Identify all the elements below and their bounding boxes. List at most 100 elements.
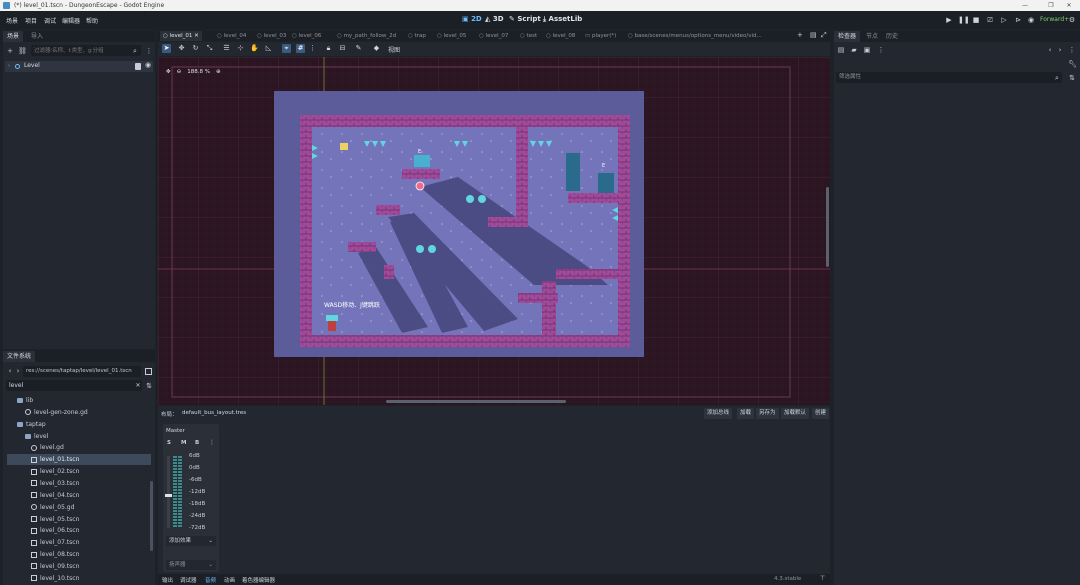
scene-tab[interactable]: ○ level_08 bbox=[543, 31, 578, 41]
root-node-row[interactable]: › Level ◉ bbox=[5, 61, 153, 72]
move-tool-icon[interactable]: ✥ bbox=[177, 44, 186, 53]
mode-2d-button[interactable]: ▣ 2D bbox=[462, 15, 482, 23]
scene-tab[interactable]: ○ level_07 bbox=[476, 31, 511, 41]
load-default-button[interactable]: 加载默认 bbox=[781, 408, 810, 419]
sort-icon[interactable]: ⇅ bbox=[1068, 74, 1076, 82]
tab-import[interactable]: 导入 bbox=[27, 31, 47, 42]
file-item[interactable]: level_05.gd bbox=[7, 502, 151, 513]
file-item[interactable]: level_05.tscn bbox=[7, 514, 151, 525]
ruler-tool-icon[interactable]: ◺ bbox=[264, 44, 273, 53]
mute-button[interactable]: M bbox=[181, 440, 186, 446]
create-button[interactable]: 创建 bbox=[812, 408, 830, 419]
inspector-tools-icon[interactable]: 🔧︎ bbox=[1068, 60, 1077, 68]
tab-audio[interactable]: 音频 bbox=[205, 576, 216, 584]
scene-tab[interactable]: ○ my_path_follow_2d bbox=[334, 31, 399, 41]
split-view-icon[interactable] bbox=[145, 368, 152, 375]
clear-search-icon[interactable]: ✕ bbox=[134, 382, 142, 390]
menu-project[interactable]: 项目 bbox=[25, 16, 37, 25]
scene-tab[interactable]: ○ base/scenes/menus/options_menu/video/v… bbox=[625, 31, 765, 41]
sort-icon[interactable]: ⇅ bbox=[145, 382, 153, 390]
pin-panel-icon[interactable]: ⊤ bbox=[820, 575, 825, 582]
scene-tab[interactable]: ○ level_01 ✕ bbox=[160, 31, 202, 41]
resource-menu-icon[interactable]: ⋮ bbox=[877, 46, 885, 54]
menu-help[interactable]: 帮助 bbox=[86, 16, 98, 25]
menu-debug[interactable]: 调试 bbox=[44, 16, 56, 25]
file-item[interactable]: level.gd bbox=[7, 442, 151, 453]
new-resource-icon[interactable]: ▤ bbox=[837, 46, 845, 54]
scene-tab[interactable]: ○ level_04 bbox=[214, 31, 249, 41]
menu-scene[interactable]: 场景 bbox=[6, 16, 18, 25]
file-tree-scrollbar[interactable] bbox=[150, 481, 153, 551]
add-bus-button[interactable]: 添加总线 bbox=[704, 408, 733, 419]
file-item[interactable]: level_04.tscn bbox=[7, 490, 151, 501]
movie-icon[interactable]: ◉ bbox=[1027, 16, 1035, 24]
tab-scene[interactable]: 场景 bbox=[3, 31, 24, 42]
bypass-button[interactable]: B bbox=[195, 440, 199, 446]
viewport-hscrollbar[interactable] bbox=[386, 400, 566, 403]
file-item[interactable]: level_08.tscn bbox=[7, 549, 151, 560]
object-history-icon[interactable]: ⋮ bbox=[1068, 46, 1076, 54]
add-node-icon[interactable]: + bbox=[6, 47, 14, 55]
pivot-tool-icon[interactable]: ⊹ bbox=[236, 44, 245, 53]
file-item[interactable]: level_06.tscn bbox=[7, 525, 151, 536]
tab-inspector[interactable]: 检查器 bbox=[834, 31, 861, 42]
file-item[interactable]: level_07.tscn bbox=[7, 537, 151, 548]
load-button[interactable]: 加载 bbox=[737, 408, 755, 419]
add-effect-select[interactable]: 添加效果 ⌄ bbox=[166, 536, 216, 546]
snap-options-icon[interactable]: ⋮ bbox=[308, 44, 317, 53]
script-icon[interactable] bbox=[135, 63, 141, 70]
volume-slider[interactable] bbox=[167, 456, 170, 528]
tab-animation[interactable]: 动画 bbox=[224, 576, 235, 584]
lock-icon[interactable]: 🔒︎ bbox=[324, 44, 333, 53]
list-select-icon[interactable]: ☰ bbox=[222, 44, 231, 53]
minimize-icon[interactable]: — bbox=[1014, 0, 1036, 11]
settings-gear-icon[interactable]: ⚙ bbox=[1068, 16, 1076, 24]
bus-menu-icon[interactable]: ⋮ bbox=[209, 439, 215, 446]
save-as-button[interactable]: 另存为 bbox=[756, 408, 779, 419]
mode-script-button[interactable]: ✎ Script bbox=[509, 15, 541, 23]
property-filter-input[interactable]: 筛选属性 bbox=[836, 72, 1062, 83]
scene-menu-icon[interactable]: ⋮ bbox=[145, 47, 153, 55]
file-item[interactable]: level bbox=[7, 431, 151, 442]
tab-output[interactable]: 输出 bbox=[162, 576, 173, 584]
play-custom-icon[interactable]: ⊳ bbox=[1014, 16, 1022, 24]
scene-filter-input[interactable] bbox=[31, 45, 141, 56]
file-item[interactable]: taptap bbox=[7, 419, 151, 430]
tab-filesystem[interactable]: 文件系统 bbox=[3, 351, 36, 362]
forward-icon[interactable]: › bbox=[14, 367, 22, 375]
stop-icon[interactable]: ■ bbox=[972, 16, 980, 24]
scene-list-icon[interactable]: ▤ bbox=[810, 31, 817, 39]
scene-tab[interactable]: ○ level_03 bbox=[254, 31, 289, 41]
save-resource-icon[interactable]: ▣ bbox=[863, 46, 871, 54]
solo-button[interactable]: S bbox=[167, 440, 171, 446]
tab-history[interactable]: 历史 bbox=[882, 31, 902, 42]
history-forward-icon[interactable]: › bbox=[1056, 46, 1064, 54]
tab-shader-editor[interactable]: 着色器编辑器 bbox=[242, 576, 275, 584]
volume-slider-handle[interactable] bbox=[165, 494, 172, 497]
file-item[interactable]: level_03.tscn bbox=[7, 478, 151, 489]
scene-tab[interactable]: ○ level_05 bbox=[434, 31, 469, 41]
camera-override-icon[interactable]: ◆ bbox=[372, 44, 381, 53]
scene-tab[interactable]: ○ test bbox=[517, 31, 540, 41]
zoom-in-icon[interactable]: ⊕ bbox=[216, 69, 221, 75]
file-item[interactable]: level_09.tscn bbox=[7, 561, 151, 572]
select-tool-icon[interactable]: ➤ bbox=[162, 44, 171, 53]
menu-editor[interactable]: 编辑器 bbox=[62, 16, 80, 25]
bus-output-select[interactable]: 扬声器 ⌄ bbox=[166, 560, 216, 570]
pan-tool-icon[interactable]: ✋ bbox=[250, 44, 259, 53]
pause-icon[interactable]: ❚❚ bbox=[958, 16, 970, 24]
file-item[interactable]: level-gen-zone.gd bbox=[7, 407, 151, 418]
close-icon[interactable]: ✕ bbox=[1058, 0, 1080, 11]
canvas-viewport[interactable]: WASD移动、J键跳跃 E E ✥ ⊖ 188.8 % ⊕ bbox=[158, 57, 830, 405]
file-item[interactable]: lib bbox=[7, 395, 151, 406]
add-scene-icon[interactable]: + bbox=[797, 31, 803, 39]
zoom-level[interactable]: 188.8 % bbox=[187, 69, 210, 75]
scene-tab[interactable]: ▭ player(*) bbox=[582, 31, 619, 41]
bone-icon[interactable]: ✎ bbox=[354, 44, 363, 53]
open-resource-icon[interactable]: ▰ bbox=[850, 46, 858, 54]
remote-debug-icon[interactable]: ⎚ bbox=[986, 16, 994, 24]
play-scene-icon[interactable]: ▷ bbox=[1000, 16, 1008, 24]
scene-tab[interactable]: ○ trap bbox=[405, 31, 429, 41]
scene-tab[interactable]: ○ level_06 bbox=[289, 31, 324, 41]
link-icon[interactable]: ⛓ bbox=[18, 47, 27, 55]
